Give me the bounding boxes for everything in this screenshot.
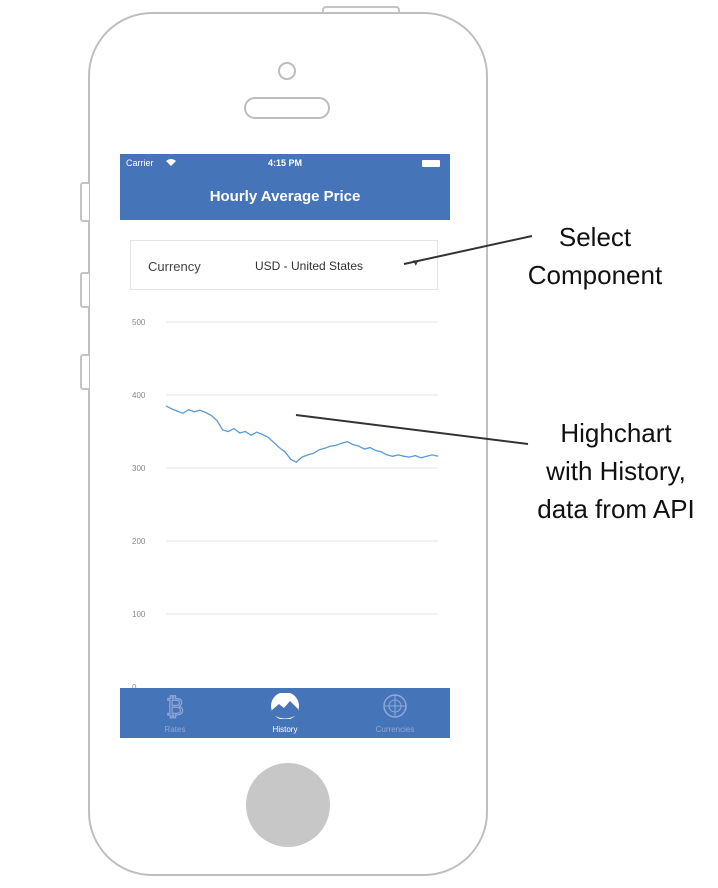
volume-up-button bbox=[80, 272, 89, 308]
currency-label: Currency bbox=[148, 259, 201, 274]
annotation-line: data from API bbox=[537, 494, 695, 524]
annotation-line: Component bbox=[527, 260, 663, 290]
highchart-annotation: Highchart with History, data from API bbox=[516, 414, 716, 528]
y-tick-label: 100 bbox=[132, 610, 146, 619]
select-component-annotation: Select Component bbox=[490, 218, 700, 294]
home-button[interactable] bbox=[246, 763, 330, 847]
earpiece-speaker bbox=[244, 97, 330, 119]
price-history-chart[interactable]: 5004003002001000 bbox=[120, 304, 450, 694]
page-title: Hourly Average Price bbox=[209, 188, 361, 205]
y-tick-label: 500 bbox=[132, 318, 146, 327]
front-camera bbox=[278, 62, 296, 80]
phone-screen: Carrier 4:15 PM Hourly Average Price Cur… bbox=[120, 154, 450, 738]
chevron-down-icon[interactable]: ▾ bbox=[413, 256, 419, 269]
tab-rates[interactable]: ₿ Rates bbox=[120, 688, 230, 738]
mountain-chart-icon bbox=[271, 693, 299, 719]
annotation-line: Select bbox=[558, 222, 632, 252]
status-bar: Carrier 4:15 PM bbox=[120, 154, 450, 174]
y-tick-label: 300 bbox=[132, 464, 146, 473]
annotation-line: with History, bbox=[546, 456, 686, 486]
svg-text:₿: ₿ bbox=[166, 693, 184, 719]
annotation-line: Highchart bbox=[560, 418, 672, 448]
tab-currencies[interactable]: Currencies bbox=[340, 688, 450, 738]
currency-select[interactable]: Currency USD - United States ▾ bbox=[130, 240, 438, 290]
status-time: 4:15 PM bbox=[267, 158, 302, 168]
tab-label: Rates bbox=[164, 725, 186, 734]
mute-switch bbox=[80, 182, 89, 222]
tab-label: History bbox=[272, 725, 298, 734]
battery-icon bbox=[422, 160, 440, 167]
currency-value[interactable]: USD - United States bbox=[255, 259, 363, 273]
tab-label: Currencies bbox=[375, 725, 415, 734]
globe-icon bbox=[383, 694, 407, 718]
bitcoin-icon: ₿ bbox=[166, 693, 185, 719]
tab-history[interactable]: History bbox=[230, 688, 340, 738]
navigation-bar: Hourly Average Price bbox=[120, 174, 450, 220]
y-tick-label: 200 bbox=[132, 537, 146, 546]
tab-bar: ₿ Rates History Currencies bbox=[120, 688, 450, 738]
price-series-line bbox=[165, 405, 439, 463]
y-tick-label: 400 bbox=[132, 391, 146, 400]
volume-down-button bbox=[80, 354, 89, 390]
